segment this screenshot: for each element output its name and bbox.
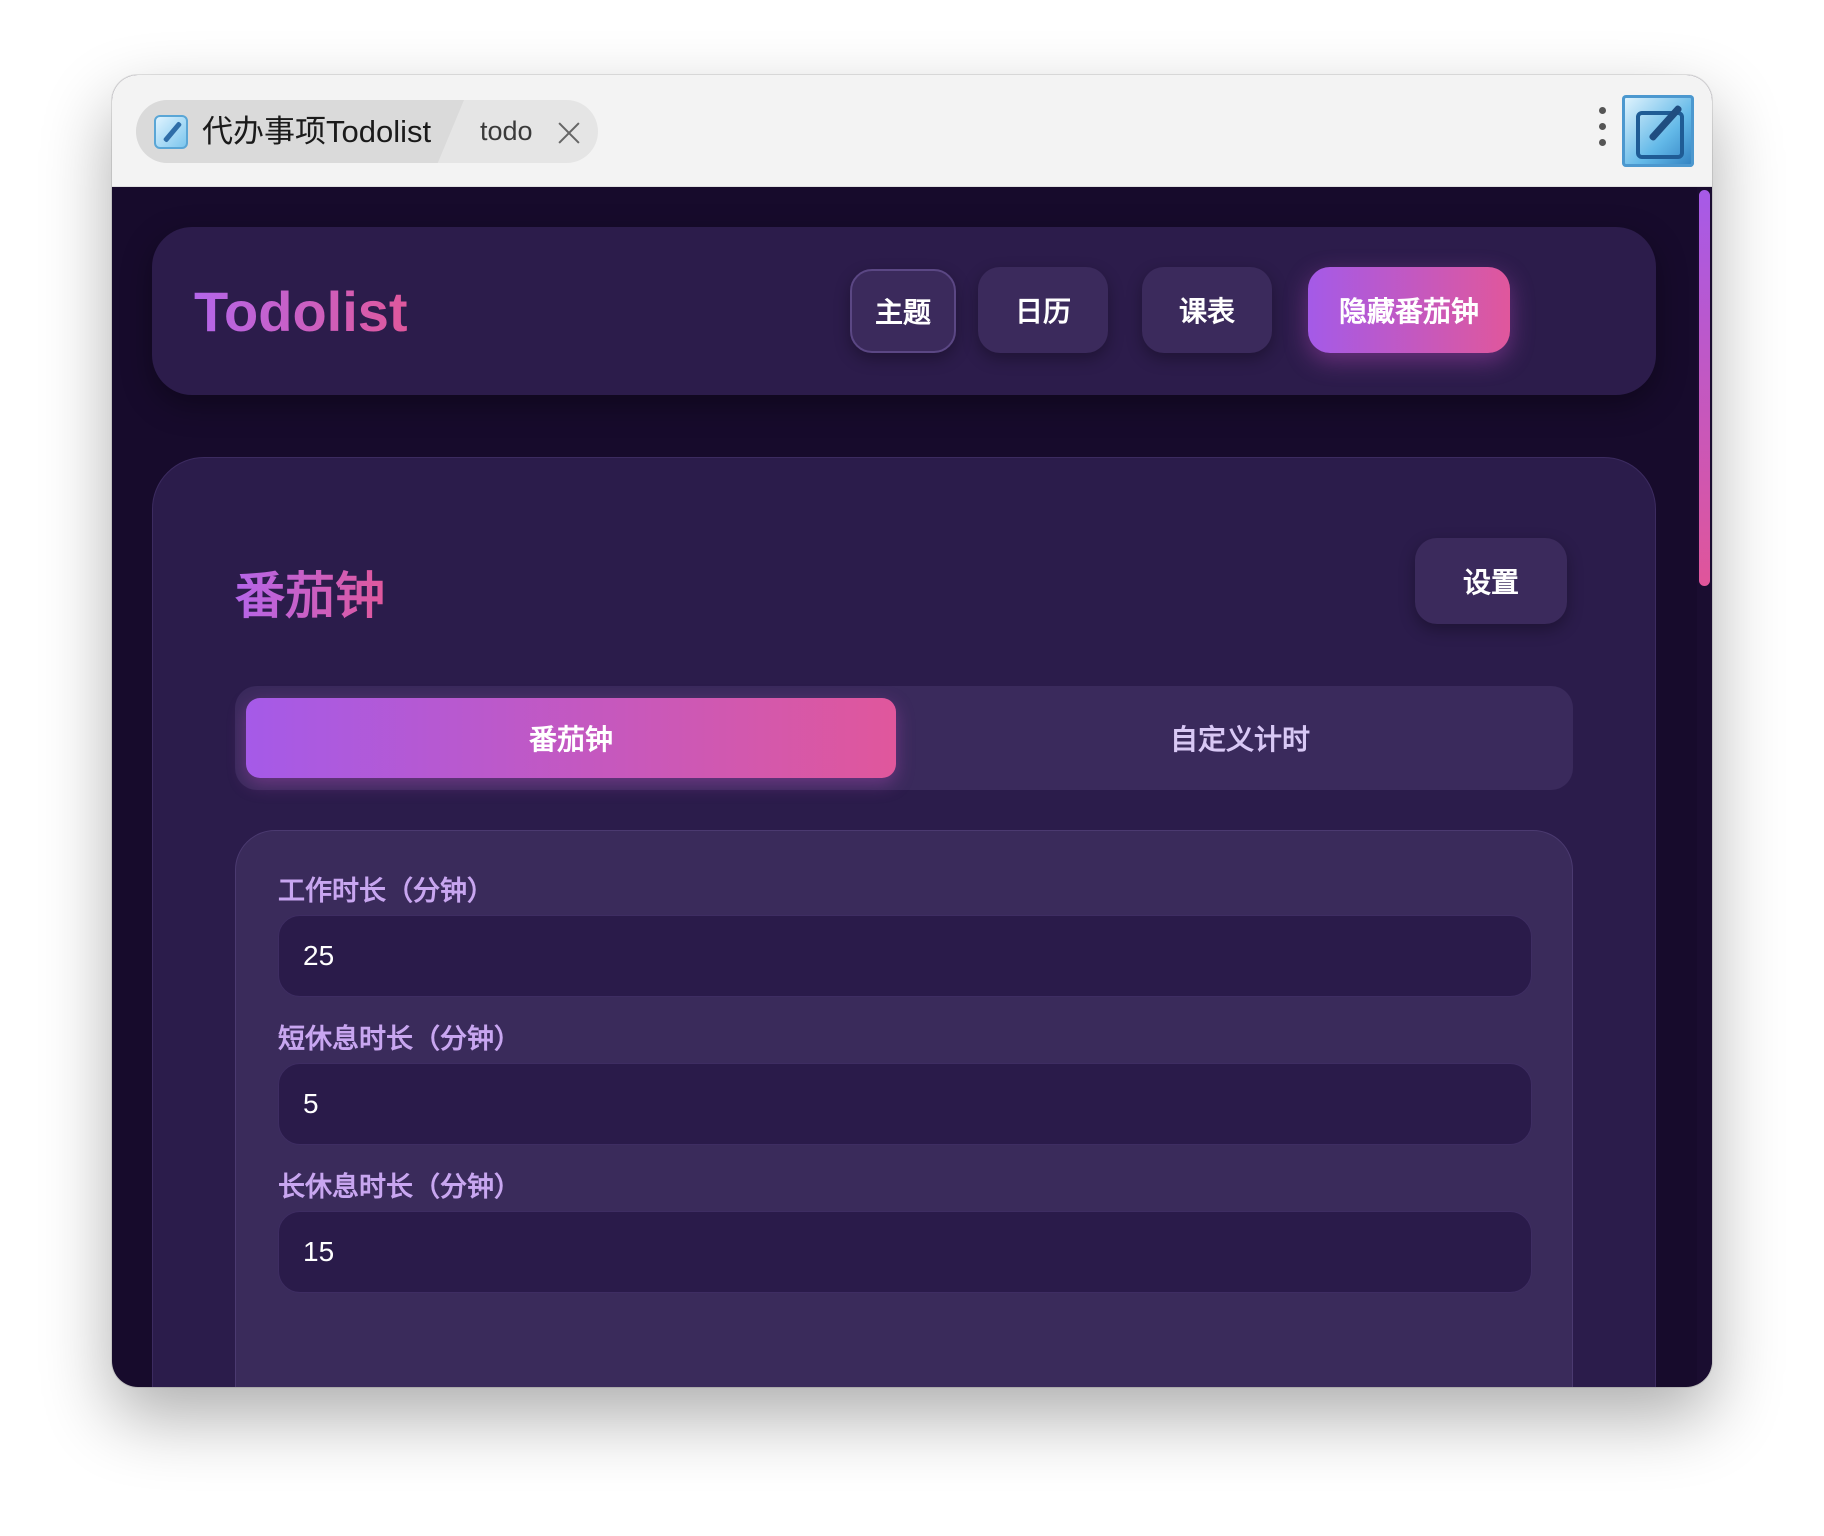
tab-custom-timer[interactable]: 自定义计时	[915, 698, 1565, 778]
schedule-button[interactable]: 课表	[1142, 267, 1272, 353]
brand-title: Todolist	[194, 227, 408, 397]
calendar-button[interactable]: 日历	[978, 267, 1108, 353]
app-icon	[154, 115, 188, 149]
tab-group: 代办事项Todolist todo	[136, 100, 598, 163]
mode-switch: 番茄钟 自定义计时	[235, 686, 1573, 790]
theme-button[interactable]: 主题	[850, 269, 956, 353]
short-break-input[interactable]	[278, 1063, 1532, 1145]
close-icon[interactable]	[556, 119, 582, 145]
more-menu-icon[interactable]	[1596, 107, 1608, 151]
hide-pomodoro-button[interactable]: 隐藏番茄钟	[1308, 267, 1510, 353]
settings-button[interactable]: 设置	[1415, 538, 1567, 624]
extension-app-icon[interactable]	[1622, 95, 1694, 167]
title-bar: 代办事项Todolist todo	[112, 75, 1712, 187]
work-duration-input[interactable]	[278, 915, 1532, 997]
tab-pomodoro[interactable]: 番茄钟	[246, 698, 896, 778]
tab-title: 代办事项Todolist	[202, 114, 432, 149]
work-duration-label: 工作时长（分钟）	[278, 876, 494, 906]
scrollbar-track[interactable]	[1697, 187, 1712, 1387]
header-card: Todolist 主题 日历 课表 隐藏番茄钟	[152, 227, 1656, 395]
timer-settings-panel: 工作时长（分钟） 短休息时长（分钟） 长休息时长（分钟）	[235, 830, 1573, 1387]
pomodoro-title: 番茄钟	[235, 556, 385, 628]
app-window: 代办事项Todolist todo Todolist 主题 日历 课表 隐藏番茄…	[112, 75, 1712, 1387]
short-break-label: 短休息时长（分钟）	[278, 1024, 521, 1054]
long-break-input[interactable]	[278, 1211, 1532, 1293]
tab-subtitle[interactable]: todo	[480, 100, 533, 163]
pomodoro-card: 番茄钟 设置 番茄钟 自定义计时 工作时长（分钟） 短休息时长（分钟） 长休息时…	[152, 457, 1656, 1387]
scrollbar-thumb[interactable]	[1699, 190, 1710, 586]
long-break-label: 长休息时长（分钟）	[278, 1172, 521, 1202]
